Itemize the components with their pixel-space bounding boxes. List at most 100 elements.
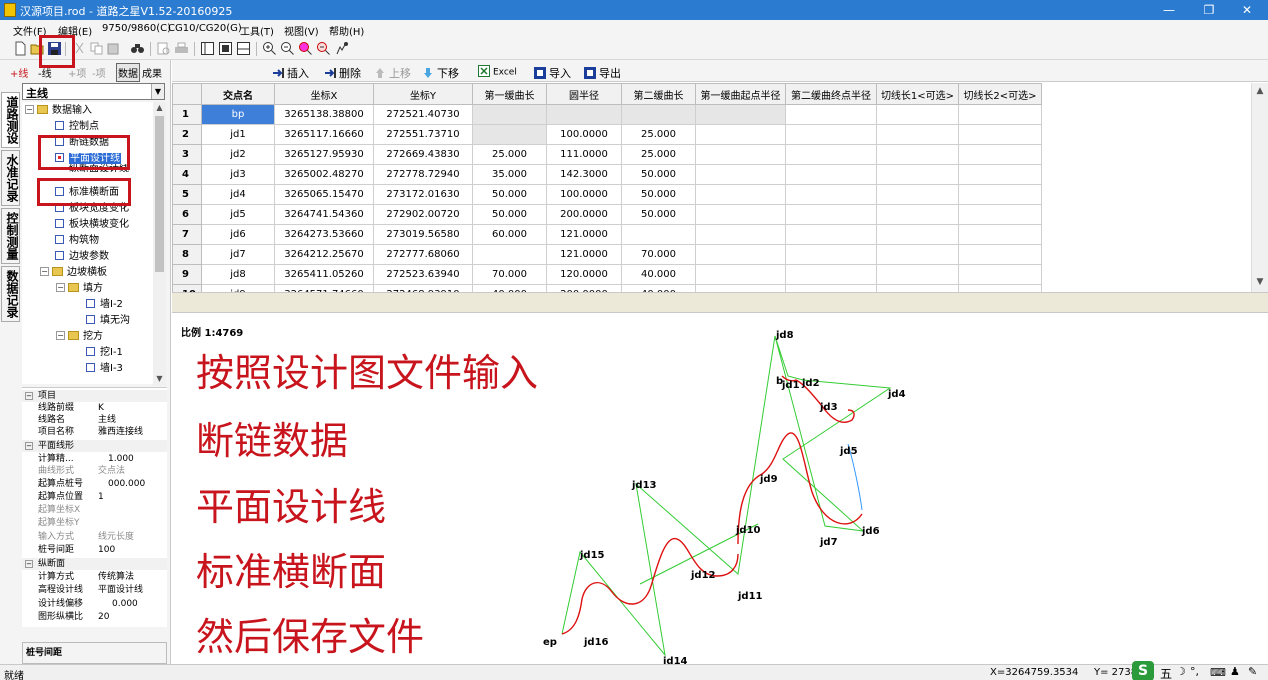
grid-cell[interactable]: 200.0000 bbox=[546, 284, 622, 292]
grid-cell[interactable]: 272777.68060 bbox=[373, 244, 473, 265]
prop-row[interactable]: 高程设计线 平面设计线 bbox=[22, 584, 167, 596]
grid-cell[interactable]: jd6 bbox=[201, 224, 275, 245]
column-header[interactable]: 交点名 bbox=[201, 83, 275, 105]
move-up-button[interactable]: 上移 bbox=[374, 65, 411, 81]
grid-cell[interactable] bbox=[876, 104, 959, 125]
side-tab-record[interactable]: 数据记录 bbox=[1, 266, 20, 322]
column-header[interactable]: 切线长1<可选> bbox=[876, 83, 959, 105]
table-row[interactable]: 2 jd1 3265117.16660 272551.73710 100.0000 25.… bbox=[172, 124, 1042, 145]
menu-9750[interactable]: 9750/9860(C) bbox=[102, 23, 171, 34]
grid-cell[interactable] bbox=[785, 204, 877, 225]
grid-cell[interactable]: 272521.40730 bbox=[373, 104, 473, 125]
grid-cell[interactable]: 273019.56580 bbox=[373, 224, 473, 245]
tree-folder-cut[interactable]: − 挖方 bbox=[56, 330, 103, 344]
prop-row[interactable]: 输入方式 线元长度 bbox=[22, 531, 167, 543]
grid-cell[interactable]: bp bbox=[201, 104, 275, 125]
tree-folder-slope[interactable]: − 边坡横板 bbox=[40, 266, 107, 280]
grid-cell[interactable] bbox=[695, 124, 786, 145]
table-row[interactable]: 1 bp 3265138.38800 272521.40730 bbox=[172, 104, 1042, 125]
grid-cell[interactable] bbox=[958, 184, 1042, 205]
import-button[interactable]: 导入 bbox=[534, 65, 571, 81]
copy-icon[interactable] bbox=[89, 41, 104, 56]
grid-cell[interactable] bbox=[472, 104, 547, 125]
grid-cell[interactable]: 25.000 bbox=[472, 144, 547, 165]
grid-cell[interactable]: jd3 bbox=[201, 164, 275, 185]
keyboard-icon[interactable]: ⌨ bbox=[1210, 666, 1226, 679]
grid-cell[interactable] bbox=[785, 264, 877, 285]
grid-cell[interactable]: 50.000 bbox=[472, 204, 547, 225]
grid-cell[interactable]: 3265411.05260 bbox=[274, 264, 374, 285]
tree-item-fill-2[interactable]: 填无沟 bbox=[86, 314, 130, 328]
move-down-button[interactable]: 下移 bbox=[422, 65, 459, 81]
grid-cell[interactable] bbox=[876, 144, 959, 165]
grid-cell[interactable] bbox=[695, 284, 786, 292]
grid-cell[interactable]: 121.0000 bbox=[546, 244, 622, 265]
tree-root[interactable]: − 数据输入 bbox=[25, 104, 92, 118]
table-row[interactable]: 8 jd7 3264212.25670 272777.68060 121.0000 70.… bbox=[172, 244, 1042, 265]
tree-item-structures[interactable]: 构筑物 bbox=[55, 234, 99, 248]
column-header[interactable]: 第二缓曲长 bbox=[621, 83, 696, 105]
ime-logo-icon[interactable]: S bbox=[1132, 661, 1154, 680]
grid-cell[interactable]: 50.000 bbox=[621, 164, 696, 185]
grid-cell[interactable] bbox=[958, 284, 1042, 292]
grid-cell[interactable]: 200.0000 bbox=[546, 204, 622, 225]
grid-cell[interactable]: jd9 bbox=[201, 284, 275, 292]
prop-category-profile[interactable]: − 纵断面 bbox=[22, 558, 167, 570]
grid-cell[interactable] bbox=[785, 124, 877, 145]
grid-cell[interactable] bbox=[785, 224, 877, 245]
zoom-extents-icon[interactable] bbox=[316, 41, 331, 56]
grid-cell[interactable] bbox=[958, 104, 1042, 125]
side-tab-level[interactable]: 水准记录 bbox=[1, 150, 20, 206]
table-row[interactable]: 7 jd6 3264273.53660 273019.56580 60.000 121.0… bbox=[172, 224, 1042, 245]
collapse-icon[interactable]: − bbox=[25, 104, 34, 114]
menu-tools[interactable]: 工具(T) bbox=[240, 23, 274, 38]
prop-row[interactable]: 图形纵横比 20 bbox=[22, 611, 167, 623]
grid-scrollbar[interactable]: ▲ ▼ bbox=[1251, 83, 1268, 292]
column-header[interactable]: 坐标Y bbox=[373, 83, 473, 105]
prop-row[interactable]: 项目名称 雅西连接线 bbox=[22, 426, 167, 438]
grid-cell[interactable] bbox=[876, 204, 959, 225]
side-tab-road[interactable]: 道路测设 bbox=[1, 92, 20, 148]
grid-cell[interactable] bbox=[958, 144, 1042, 165]
grid-cell[interactable]: 70.000 bbox=[472, 264, 547, 285]
grid-cell[interactable]: jd7 bbox=[201, 244, 275, 265]
table-row[interactable]: 5 jd4 3265065.15470 273172.01630 50.000 100.0… bbox=[172, 184, 1042, 205]
grid-cell[interactable]: 3265002.48270 bbox=[274, 164, 374, 185]
grid-cell[interactable] bbox=[958, 224, 1042, 245]
grid-cell[interactable]: jd4 bbox=[201, 184, 275, 205]
grid-cell[interactable]: 272523.63940 bbox=[373, 264, 473, 285]
prop-category-project[interactable]: − 项目 bbox=[22, 390, 167, 402]
scroll-up-icon[interactable]: ▲ bbox=[153, 103, 166, 112]
grid-cell[interactable]: 3264273.53660 bbox=[274, 224, 374, 245]
grid-cell[interactable]: 40.000 bbox=[621, 264, 696, 285]
grid-cell[interactable]: 142.3000 bbox=[546, 164, 622, 185]
delete-item-button[interactable]: -项 bbox=[92, 65, 106, 80]
grid-cell[interactable] bbox=[785, 104, 877, 125]
grid-cell[interactable]: 50.000 bbox=[621, 184, 696, 205]
grid-cell[interactable]: jd1 bbox=[201, 124, 275, 145]
insert-button[interactable]: 插入 bbox=[272, 65, 309, 81]
prop-row[interactable]: 起算坐标Y bbox=[22, 517, 167, 529]
add-line-button[interactable]: +线 bbox=[10, 65, 28, 80]
grid-cell[interactable] bbox=[785, 144, 877, 165]
checkbox-icon[interactable] bbox=[55, 250, 64, 260]
grid-cell[interactable]: 3265127.95930 bbox=[274, 144, 374, 165]
grid-horizontal-scrollbar[interactable] bbox=[172, 292, 1268, 313]
grid-cell[interactable] bbox=[695, 144, 786, 165]
chevron-down-icon[interactable]: ▼ bbox=[151, 84, 164, 99]
grid-cell[interactable] bbox=[621, 104, 696, 125]
maximize-button[interactable]: ❐ bbox=[1192, 0, 1226, 20]
wrench-icon[interactable]: ✎ bbox=[1248, 665, 1257, 678]
grid-cell[interactable] bbox=[958, 264, 1042, 285]
grid-cell[interactable] bbox=[876, 224, 959, 245]
checkbox-icon[interactable] bbox=[86, 298, 95, 308]
grid-cell[interactable] bbox=[621, 224, 696, 245]
prop-row[interactable]: 线路名 主线 bbox=[22, 414, 167, 426]
grid-cell[interactable] bbox=[695, 164, 786, 185]
grid-cell[interactable]: 111.0000 bbox=[546, 144, 622, 165]
side-tab-control[interactable]: 控制测量 bbox=[1, 208, 20, 264]
prop-row[interactable]: 计算方式 传统算法 bbox=[22, 571, 167, 583]
table-row[interactable]: 4 jd3 3265002.48270 272778.72940 35.000 142.3… bbox=[172, 164, 1042, 185]
grid-cell[interactable]: 3264212.25670 bbox=[274, 244, 374, 265]
grid-cell[interactable] bbox=[785, 284, 877, 292]
